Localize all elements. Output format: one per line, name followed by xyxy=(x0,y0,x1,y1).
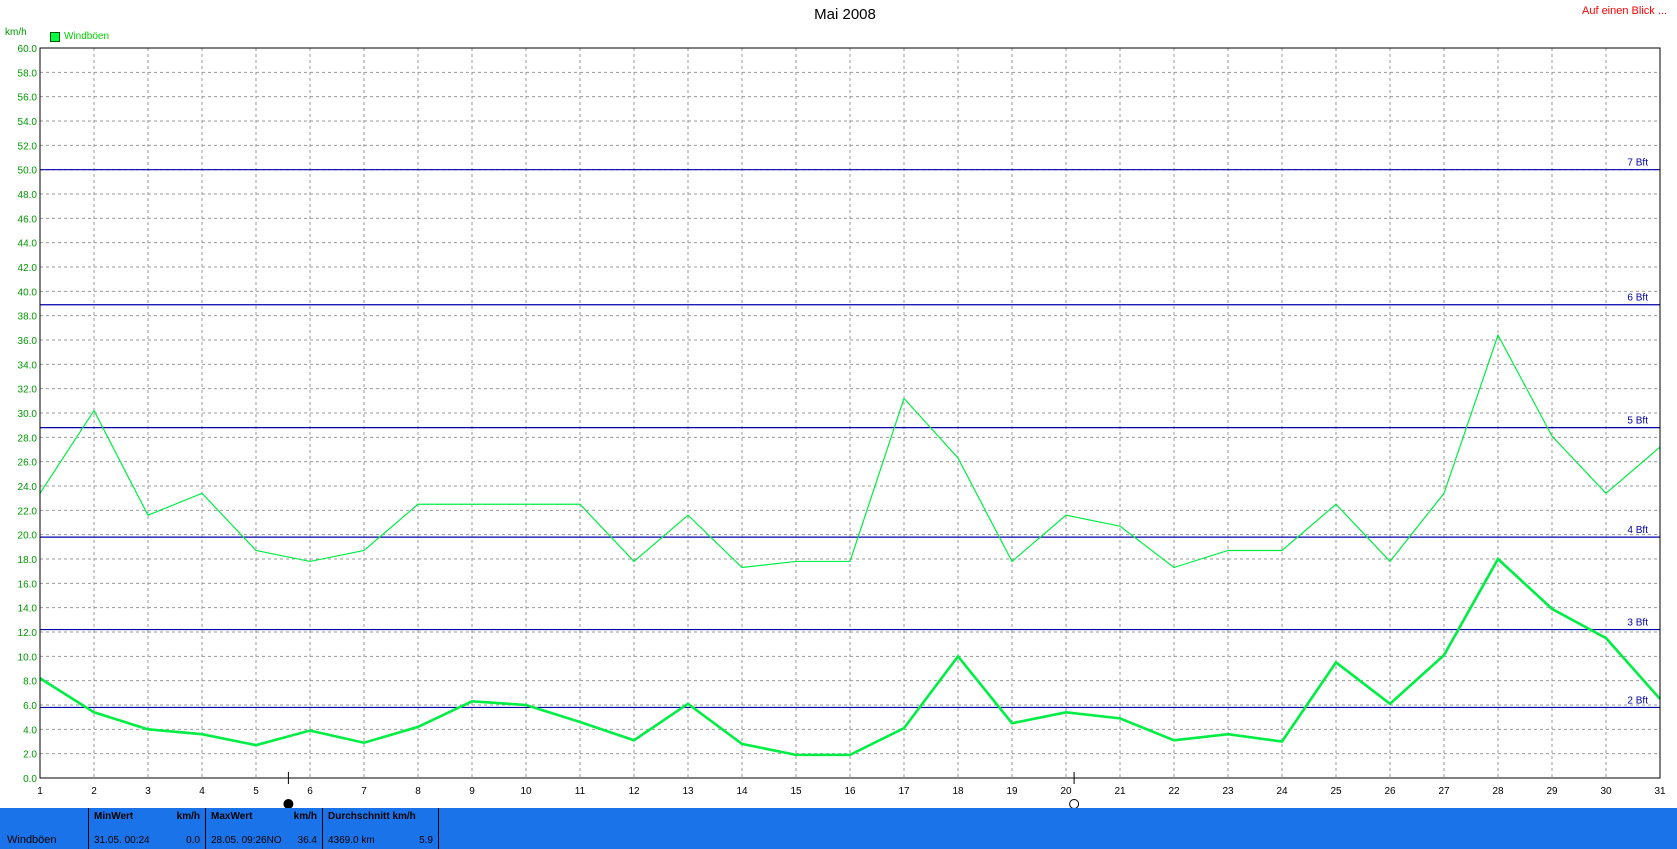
x-tick-label: 11 xyxy=(575,786,586,797)
min-value: 0.0 xyxy=(186,835,200,846)
y-tick-label: 24.0 xyxy=(18,482,38,493)
x-tick-label: 3 xyxy=(145,786,151,797)
y-tick-label: 10.0 xyxy=(18,652,38,663)
legend-swatch xyxy=(50,31,60,42)
y-tick-label: 34.0 xyxy=(18,360,38,371)
x-tick-label: 16 xyxy=(844,786,856,797)
average-value-box: Durchschnitt km/h 4369.0 km 5.9 xyxy=(322,808,439,849)
beaufort-label: 2 Bft xyxy=(1627,695,1648,706)
grid xyxy=(39,47,1661,779)
stats-footer: Windböen MinWert km/h 31.05. 00:24 0.0 Max… xyxy=(0,808,1677,849)
y-tick-label: 42.0 xyxy=(18,263,38,274)
y-tick-label: 60.0 xyxy=(18,44,38,55)
max-value-box: MaxWert km/h 28.05. 09:26NO 36.4 xyxy=(205,808,322,849)
y-tick-label: 36.0 xyxy=(18,336,38,347)
beaufort-label: 4 Bft xyxy=(1627,525,1648,536)
x-tick-label: 23 xyxy=(1222,786,1234,797)
y-tick-label: 32.0 xyxy=(18,385,38,396)
x-tick-label: 6 xyxy=(307,786,313,797)
y-tick-label: 48.0 xyxy=(18,190,38,201)
x-tick-label: 9 xyxy=(469,786,475,797)
x-tick-label: 24 xyxy=(1276,786,1288,797)
y-tick-label: 44.0 xyxy=(18,239,38,250)
legend: Windböen xyxy=(50,31,109,42)
y-tick-label: 0.0 xyxy=(23,774,37,785)
y-tick-label: 46.0 xyxy=(18,214,38,225)
x-tick-label: 1 xyxy=(37,786,43,797)
x-tick-label: 25 xyxy=(1330,786,1342,797)
x-tick-label: 19 xyxy=(1006,786,1018,797)
avg-value: 5.9 xyxy=(419,835,433,846)
y-tick-label: 40.0 xyxy=(18,287,38,298)
y-tick-label: 18.0 xyxy=(18,555,38,566)
y-tick-label: 38.0 xyxy=(18,312,38,323)
max-unit: km/h xyxy=(293,811,317,822)
beaufort-label: 6 Bft xyxy=(1627,293,1648,304)
legend-entry: Windböen xyxy=(64,31,110,42)
x-tick-label: 30 xyxy=(1600,786,1612,797)
x-tick-label: 22 xyxy=(1168,786,1180,797)
y-tick-label: 50.0 xyxy=(18,166,38,177)
y-tick-label: 26.0 xyxy=(18,458,38,469)
x-tick-label: 13 xyxy=(682,786,694,797)
x-tick-label: 2 xyxy=(91,786,97,797)
y-tick-label: 22.0 xyxy=(18,506,38,517)
x-tick-label: 12 xyxy=(628,786,640,797)
y-axis-unit: km/h xyxy=(5,27,27,38)
max-date: 28.05. 09:26NO xyxy=(211,835,282,846)
chart-title: Mai 2008 xyxy=(814,6,876,23)
y-tick-label: 54.0 xyxy=(18,117,38,128)
y-tick-label: 30.0 xyxy=(18,409,38,420)
x-tick-label: 4 xyxy=(199,786,205,797)
min-value-box: MinWert km/h 31.05. 00:24 0.0 xyxy=(88,808,205,849)
y-tick-label: 6.0 xyxy=(23,701,37,712)
x-tick-label: 29 xyxy=(1546,786,1558,797)
x-tick-label: 7 xyxy=(361,786,367,797)
x-tick-label: 18 xyxy=(952,786,964,797)
max-header: MaxWert xyxy=(211,811,253,822)
min-unit: km/h xyxy=(176,811,200,822)
y-tick-label: 2.0 xyxy=(23,750,37,761)
beaufort-label: 5 Bft xyxy=(1627,416,1648,427)
y-tick-label: 58.0 xyxy=(18,68,38,79)
footer-series-label: Windböen xyxy=(7,834,57,846)
x-tick-label: 10 xyxy=(520,786,532,797)
y-tick-label: 16.0 xyxy=(18,579,38,590)
beaufort-label: 3 Bft xyxy=(1627,618,1648,629)
beaufort-label: 7 Bft xyxy=(1627,158,1648,169)
avg-distance: 4369.0 km xyxy=(328,835,375,846)
avg-header: Durchschnitt km/h xyxy=(328,811,416,822)
axes: 0.0 2.0 4.0 6.0 8.0 10.0 12.0 14.0 16.0 18.0 20.0 2… xyxy=(18,44,1666,797)
y-tick-label: 12.0 xyxy=(18,628,38,639)
min-header: MinWert xyxy=(94,811,134,822)
x-tick-label: 14 xyxy=(736,786,748,797)
y-tick-label: 56.0 xyxy=(18,93,38,104)
overview-link[interactable]: Auf einen Blick ... xyxy=(1582,5,1667,17)
x-tick-label: 5 xyxy=(253,786,259,797)
x-tick-label: 17 xyxy=(898,786,910,797)
y-tick-label: 8.0 xyxy=(23,677,37,688)
x-tick-label: 20 xyxy=(1060,786,1072,797)
y-tick-label: 14.0 xyxy=(18,604,38,615)
x-tick-label: 26 xyxy=(1384,786,1396,797)
y-tick-label: 52.0 xyxy=(18,141,38,152)
x-tick-label: 27 xyxy=(1438,786,1450,797)
y-tick-label: 4.0 xyxy=(23,725,37,736)
y-tick-label: 20.0 xyxy=(18,531,38,542)
x-tick-label: 21 xyxy=(1114,786,1126,797)
x-tick-label: 31 xyxy=(1654,786,1666,797)
wind-gust-chart: 2 Bft 3 Bft 4 Bft 5 Bft 6 Bft 7 Bft 0.0 2.0 4.0… xyxy=(18,44,1666,809)
min-date: 31.05. 00:24 xyxy=(94,835,150,846)
x-tick-label: 8 xyxy=(415,786,421,797)
x-tick-label: 15 xyxy=(790,786,802,797)
x-tick-label: 28 xyxy=(1492,786,1504,797)
y-tick-label: 28.0 xyxy=(18,433,38,444)
max-value: 36.4 xyxy=(297,835,317,846)
